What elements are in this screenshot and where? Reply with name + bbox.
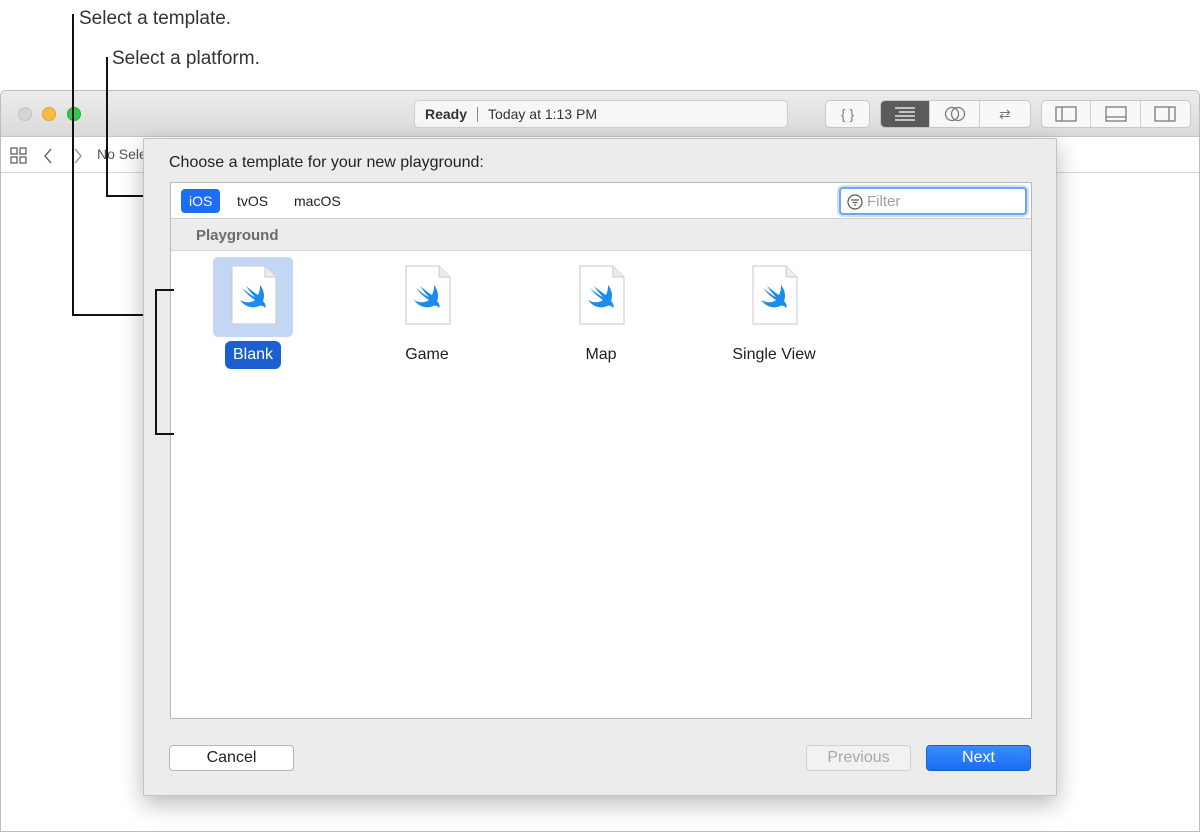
platform-tab-tvos[interactable]: tvOS — [229, 189, 276, 213]
template-icon-frame — [213, 257, 293, 337]
activity-divider — [477, 106, 479, 122]
panel-toggle-segment — [1041, 100, 1191, 128]
section-title: Playground — [196, 227, 279, 244]
callout-select-template: Select a template. — [79, 8, 232, 29]
toggle-inspector-button[interactable] — [1141, 101, 1190, 127]
swift-file-icon — [579, 265, 625, 325]
title-bar: Ready Today at 1:13 PM { } ⇄ — [1, 91, 1199, 137]
callout-select-platform: Select a platform. — [112, 48, 260, 69]
swift-file-icon — [231, 265, 277, 325]
right-panel-icon — [1154, 106, 1176, 122]
filter-icon — [847, 194, 863, 210]
previous-button[interactable]: Previous — [806, 745, 911, 771]
section-header: Playground — [171, 219, 1031, 251]
template-icon-frame — [734, 257, 814, 337]
template-bracket-top — [155, 289, 174, 291]
template-callout-vertical-line — [72, 14, 74, 316]
swift-file-icon — [752, 265, 798, 325]
bottom-panel-icon — [1104, 106, 1127, 122]
screen: Select a template. Select a platform. Re… — [0, 0, 1200, 832]
left-panel-icon — [1055, 106, 1077, 122]
filter-field[interactable] — [839, 187, 1027, 215]
platform-callout-vertical-line — [106, 57, 108, 197]
template-label: Map — [585, 346, 617, 363]
template-bracket-line — [155, 289, 157, 435]
platform-tabs: iOS tvOS macOS — [171, 183, 1031, 219]
template-bracket-bottom — [155, 433, 174, 435]
template-game[interactable]: Game — [367, 257, 487, 377]
platform-tab-macos[interactable]: macOS — [286, 189, 349, 213]
lines-icon — [895, 107, 916, 121]
sheet-title: Choose a template for your new playgroun… — [169, 154, 484, 171]
template-chooser-panel: iOS tvOS macOS Playground — [170, 182, 1032, 719]
template-chooser-sheet: Choose a template for your new playgroun… — [143, 138, 1057, 796]
library-button[interactable]: { } — [826, 101, 869, 127]
activity-viewer: Ready Today at 1:13 PM — [414, 100, 788, 128]
related-items-icon[interactable] — [10, 147, 28, 165]
filter-input[interactable] — [867, 191, 1017, 211]
code-snippet-segment: { } — [825, 100, 870, 128]
zoom-window-button[interactable] — [67, 107, 81, 121]
venn-icon — [944, 106, 965, 122]
jump-bar-selection: No Sele — [97, 146, 147, 162]
swift-file-icon — [405, 265, 451, 325]
minimize-window-button[interactable] — [42, 107, 56, 121]
template-label: Single View — [732, 346, 816, 363]
toggle-navigator-button[interactable] — [1042, 101, 1092, 127]
close-window-button[interactable] — [18, 107, 32, 121]
version-editor-button[interactable]: ⇄ — [980, 101, 1030, 127]
template-single-view[interactable]: Single View — [714, 257, 834, 377]
cancel-button[interactable]: Cancel — [169, 745, 294, 771]
template-label: Blank — [224, 341, 282, 369]
template-map[interactable]: Map — [541, 257, 661, 377]
next-button[interactable]: Next — [926, 745, 1031, 771]
template-label: Game — [405, 346, 449, 363]
toggle-debug-area-button[interactable] — [1091, 101, 1141, 127]
braces-icon: { } — [840, 106, 855, 122]
template-blank[interactable]: Blank — [193, 257, 313, 377]
status-text: Ready — [425, 106, 468, 122]
standard-editor-button[interactable] — [881, 101, 931, 127]
assistant-editor-button[interactable] — [930, 101, 980, 127]
editor-mode-segment: ⇄ — [880, 100, 1031, 128]
arrows-icon: ⇄ — [998, 105, 1011, 122]
platform-tab-ios[interactable]: iOS — [181, 189, 221, 213]
template-icon-frame — [561, 257, 641, 337]
status-time: Today at 1:13 PM — [488, 106, 597, 122]
template-icon-frame — [387, 257, 467, 337]
back-chevron-icon[interactable] — [43, 148, 53, 164]
forward-chevron-icon[interactable] — [73, 148, 83, 164]
